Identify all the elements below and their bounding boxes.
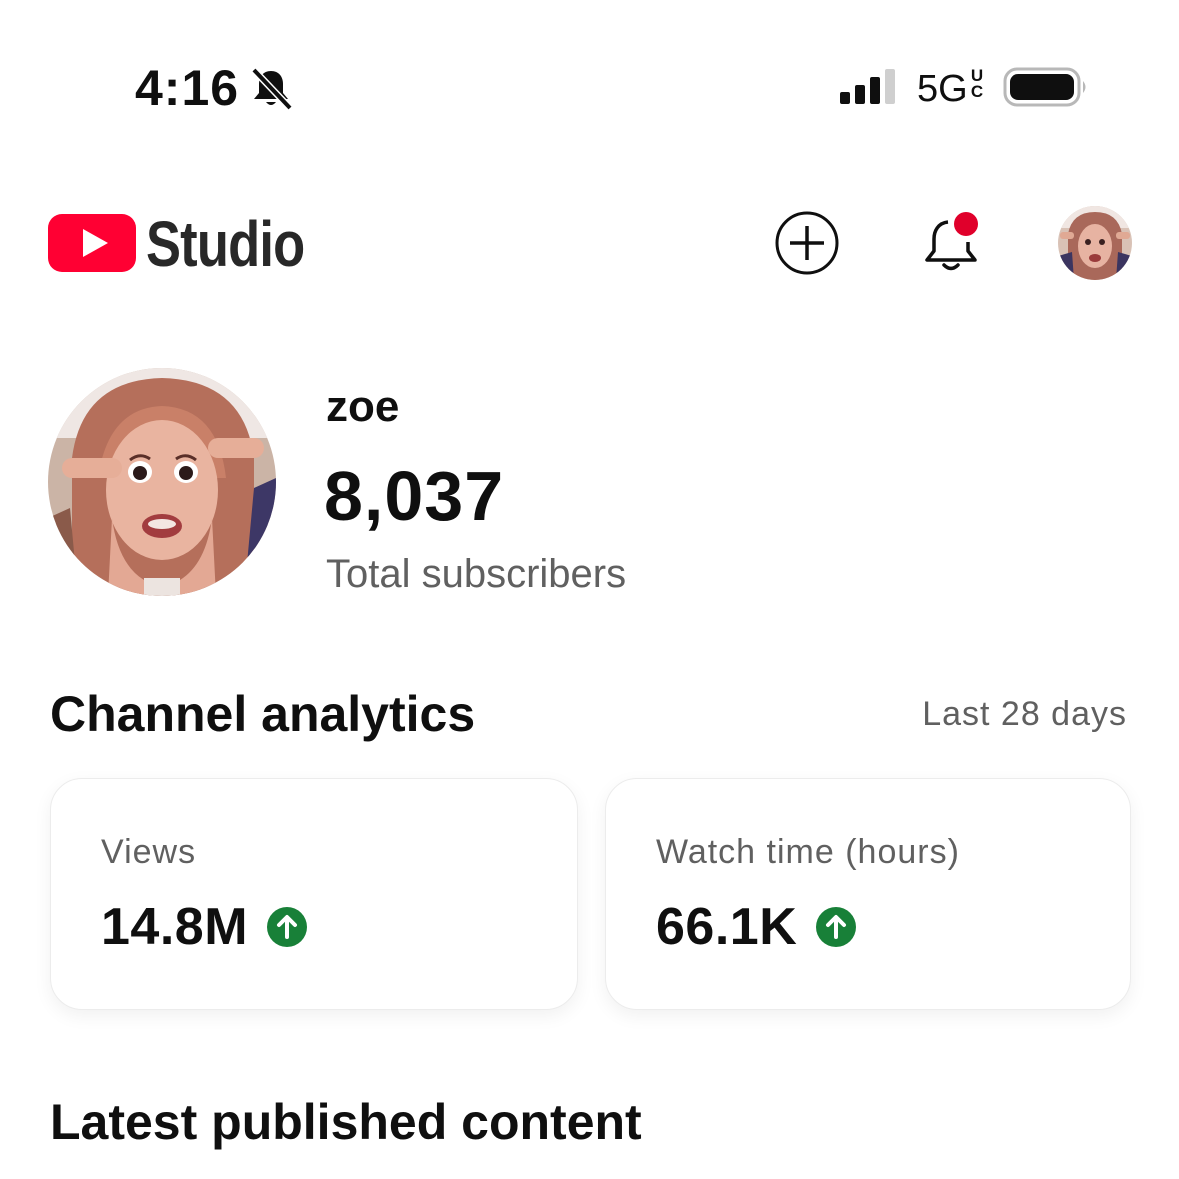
subscriber-count: 8,037 [324, 457, 505, 535]
metric-value: 66.1K [656, 898, 798, 956]
channel-avatar-photo [48, 368, 276, 596]
metric-card-views[interactable]: Views 14.8M [50, 778, 578, 1010]
metric-row: 14.8M [101, 897, 308, 957]
app-header: Studio [0, 190, 1179, 300]
metric-row: 66.1K [656, 897, 857, 957]
trend-up-arrow-icon [816, 907, 857, 947]
create-button[interactable] [774, 210, 840, 276]
cellular-signal-icon [840, 69, 895, 104]
status-bar: 4:16 5G UC [0, 0, 1179, 180]
notifications-bell-icon[interactable] [918, 208, 988, 278]
youtube-logo-icon[interactable] [48, 212, 136, 274]
app-title: Studio [146, 208, 305, 280]
metric-value: 14.8M [101, 898, 249, 956]
subscriber-caption: Total subscribers [326, 552, 627, 596]
metric-card-watch-time[interactable]: Watch time (hours) 66.1K [605, 778, 1131, 1010]
metric-label: Views [101, 833, 197, 871]
channel-avatar[interactable] [48, 368, 276, 596]
channel-name: zoe [326, 382, 400, 431]
trend-up-arrow-icon [267, 907, 308, 947]
status-time: 4:16 [135, 60, 240, 116]
latest-content-section-title: Latest published content [50, 1094, 642, 1150]
network-type-sub: UC [970, 66, 984, 101]
bell-slash-icon [251, 67, 293, 111]
metric-label: Watch time (hours) [656, 833, 960, 871]
network-type: 5G [917, 68, 968, 110]
analytics-section-title: Channel analytics [50, 686, 476, 742]
battery-icon [1003, 67, 1086, 107]
analytics-date-range: Last 28 days [922, 695, 1127, 733]
avatar-photo [1058, 206, 1132, 280]
account-avatar[interactable] [1058, 206, 1132, 280]
